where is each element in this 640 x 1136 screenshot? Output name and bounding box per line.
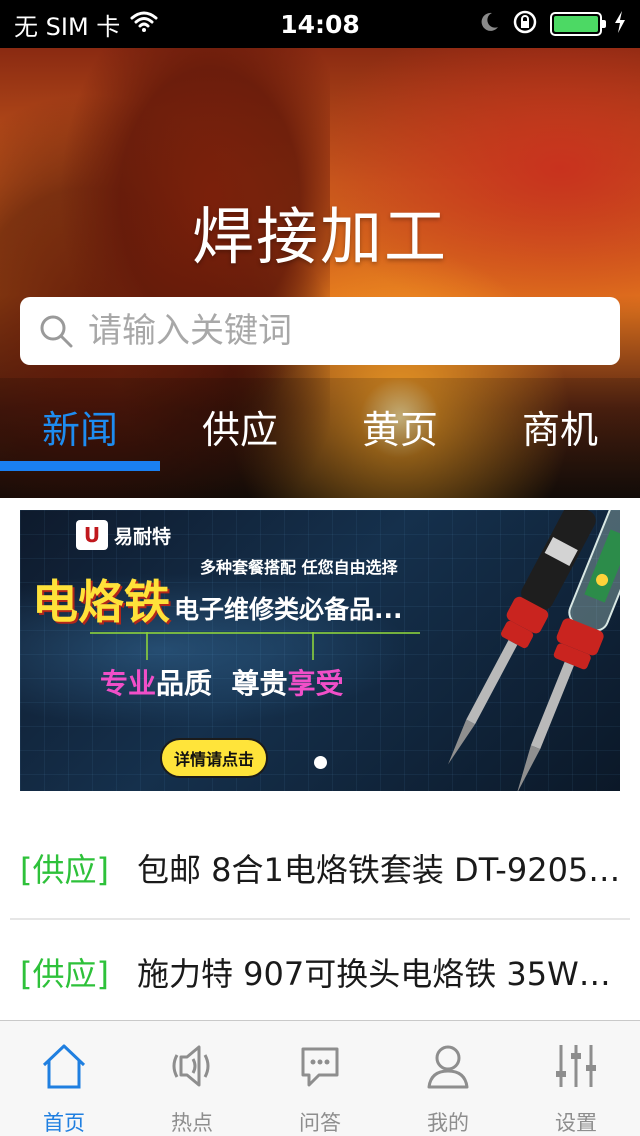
user-icon bbox=[420, 1039, 476, 1093]
news-title: 包邮 8合1电烙铁套装 DT-9205A... bbox=[136, 851, 630, 889]
soldering-iron-image bbox=[448, 510, 620, 791]
news-list-item[interactable]: [供应] 施力特 907可换头电烙铁 35W内... bbox=[10, 922, 630, 1022]
slogan-pink-2: 享受 bbox=[287, 667, 344, 700]
banner-headline: 电烙铁 电子维修类必备品... bbox=[32, 566, 403, 632]
search-icon bbox=[38, 313, 74, 349]
search-input[interactable] bbox=[88, 311, 620, 351]
carrier-label: 无 SIM 卡 bbox=[14, 12, 121, 41]
battery-fill bbox=[554, 16, 598, 32]
banner-headline-sub: 电子维修类必备品... bbox=[174, 595, 403, 624]
tabbar-label: 我的 bbox=[427, 1111, 469, 1135]
tabbar-label: 设置 bbox=[555, 1111, 597, 1135]
tab-yellow-pages[interactable]: 黄页 bbox=[320, 378, 480, 474]
tabbar-label: 首页 bbox=[43, 1111, 85, 1135]
hero-header: 焊接加工 新闻 供应 黄页 商机 bbox=[0, 48, 640, 498]
list-divider bbox=[10, 918, 630, 920]
banner-headline-product: 电烙铁 bbox=[32, 575, 170, 629]
chat-bubble-icon bbox=[292, 1039, 348, 1093]
news-category-tag: [供应] bbox=[20, 955, 109, 993]
banner-connector-right bbox=[312, 632, 314, 660]
tabbar-hot[interactable]: 热点 bbox=[128, 1021, 256, 1136]
sliders-icon bbox=[548, 1039, 604, 1093]
speaker-icon bbox=[164, 1039, 220, 1093]
status-left: 无 SIM 卡 bbox=[14, 7, 158, 42]
tab-business[interactable]: 商机 bbox=[480, 378, 640, 474]
charging-bolt-icon bbox=[614, 11, 626, 37]
search-bar[interactable] bbox=[20, 297, 620, 365]
battery-indicator bbox=[550, 12, 606, 36]
banner-connector-left bbox=[146, 632, 148, 660]
tabbar-home[interactable]: 首页 bbox=[0, 1021, 128, 1136]
bottom-tab-bar: 首页 热点 问答 我的 设置 bbox=[0, 1020, 640, 1136]
banner-quality-slogan: 专业品质 尊贵享受 bbox=[100, 662, 344, 702]
tabbar-mine[interactable]: 我的 bbox=[384, 1021, 512, 1136]
carousel-dot-active[interactable] bbox=[314, 756, 327, 769]
slogan-pink-1: 专业 bbox=[100, 667, 157, 700]
home-icon bbox=[36, 1039, 92, 1093]
promo-banner[interactable]: U 易耐特 多种套餐搭配 任您自由选择 电烙铁 电子维修类必备品... 专业品质… bbox=[20, 510, 620, 791]
moon-icon bbox=[478, 11, 500, 37]
tab-news[interactable]: 新闻 bbox=[0, 378, 160, 474]
tabbar-label: 问答 bbox=[299, 1111, 341, 1135]
tabbar-qa[interactable]: 问答 bbox=[256, 1021, 384, 1136]
news-list-item[interactable]: [供应] 包邮 8合1电烙铁套装 DT-9205A... bbox=[10, 818, 630, 918]
tabbar-settings[interactable]: 设置 bbox=[512, 1021, 640, 1136]
brand-mark: U bbox=[76, 520, 108, 550]
active-tab-indicator bbox=[0, 461, 160, 471]
brand-logo: U 易耐特 bbox=[76, 520, 171, 550]
wifi-icon bbox=[130, 10, 158, 38]
banner-divider-line bbox=[90, 632, 420, 634]
category-tabs: 新闻 供应 黄页 商机 bbox=[0, 378, 640, 498]
details-button[interactable]: 详情请点击 bbox=[160, 738, 269, 778]
tabbar-label: 热点 bbox=[171, 1111, 213, 1135]
news-category-tag: [供应] bbox=[20, 851, 109, 889]
tab-supply[interactable]: 供应 bbox=[160, 378, 320, 474]
rotation-lock-icon bbox=[512, 9, 538, 39]
status-right bbox=[478, 9, 626, 39]
slogan-white-1: 品质 bbox=[156, 667, 213, 700]
news-title: 施力特 907可换头电烙铁 35W内... bbox=[136, 955, 630, 993]
page-title: 焊接加工 bbox=[191, 200, 448, 273]
slogan-white-2: 尊贵 bbox=[231, 667, 288, 700]
brand-name: 易耐特 bbox=[114, 525, 172, 548]
status-bar: 无 SIM 卡 14:08 bbox=[0, 0, 640, 48]
